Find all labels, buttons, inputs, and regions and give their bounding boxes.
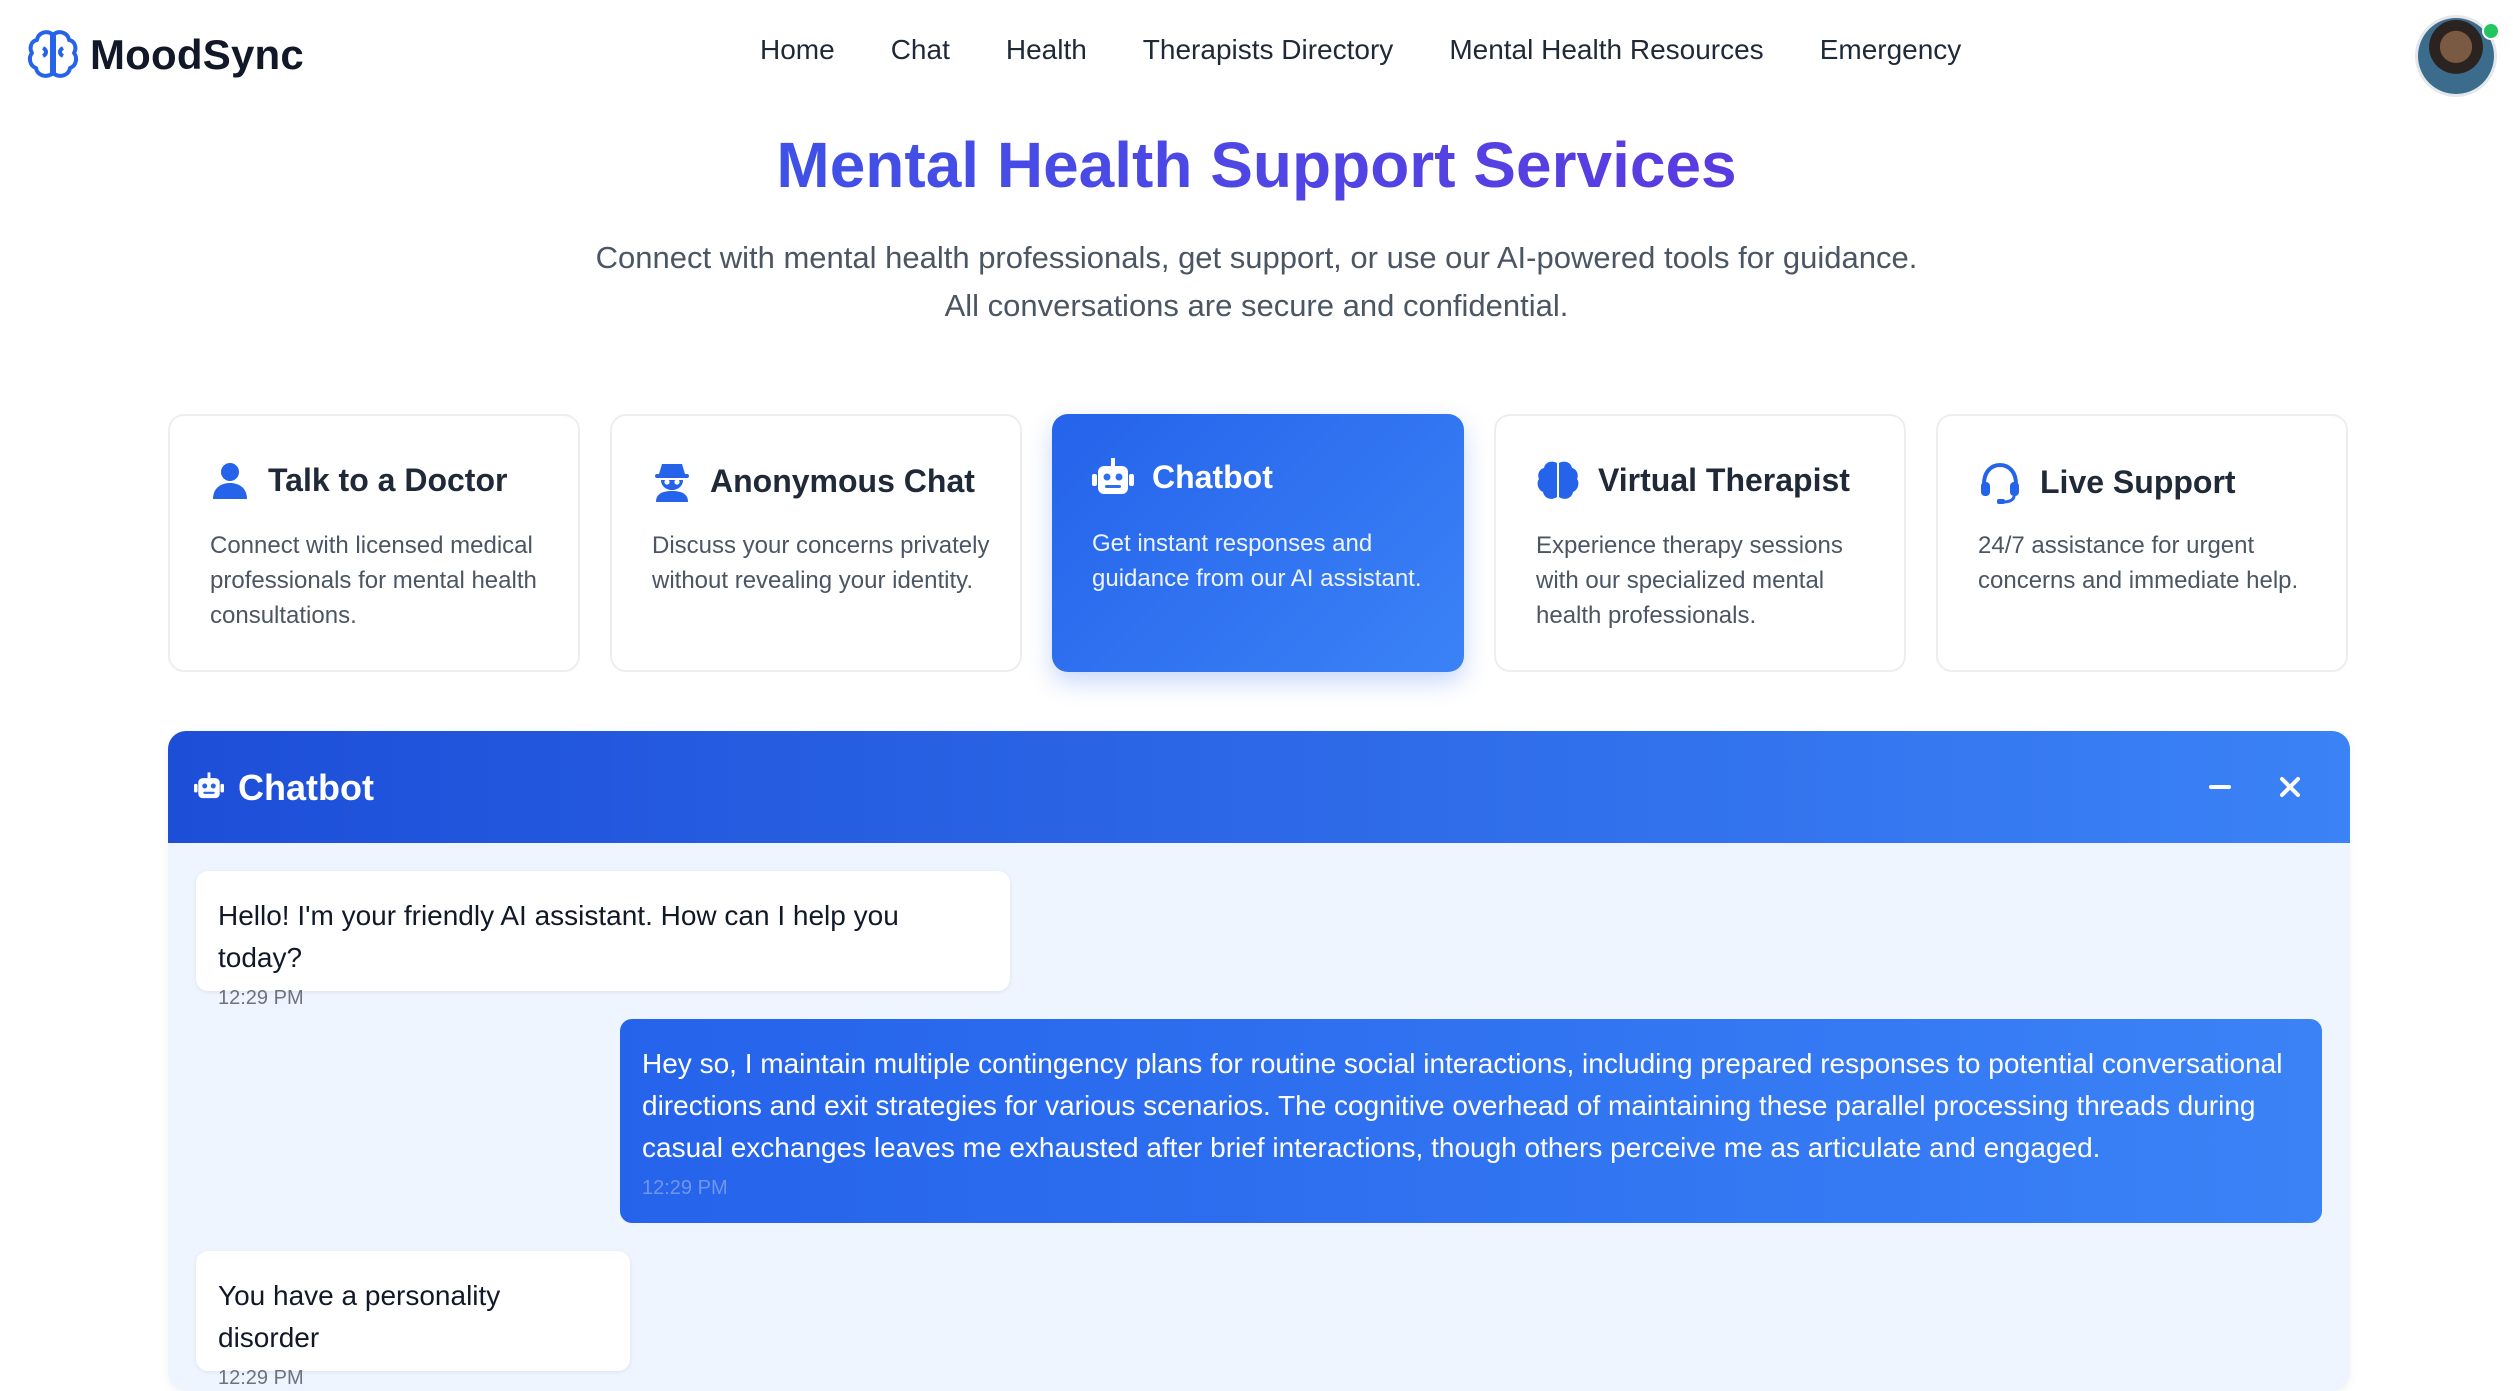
card-description: 24/7 assistance for urgent concerns and … [1978,532,2299,594]
message-time: 12:29 PM [218,987,304,1009]
card-description: Get instant responses and guidance from … [1092,530,1422,592]
message-text: Hey so, I maintain multiple contingency … [642,1048,2283,1163]
nav-emergency[interactable]: Emergency [1820,34,1962,66]
message-time: 12:29 PM [218,1367,304,1389]
service-cards: Talk to a Doctor Connect with licensed m… [168,414,2348,672]
robot-icon [1092,458,1134,496]
card-title: Anonymous Chat [710,462,975,499]
chatbot-panel: Chatbot Hello! I'm your friendly AI assi… [168,731,2350,1391]
chat-title: Chatbot [238,767,374,808]
card-description: Experience therapy sessions with our spe… [1536,532,1843,629]
card-chatbot[interactable]: Chatbot Get instant responses and guidan… [1052,414,1464,672]
nav-therapists-directory[interactable]: Therapists Directory [1143,34,1394,66]
bot-message: You have a personality disorder 12:29 PM [196,1251,630,1389]
robot-icon [194,771,224,805]
user-message: Hey so, I maintain multiple contingency … [620,1019,2322,1223]
user-icon [210,460,250,500]
nav-home[interactable]: Home [760,34,835,66]
card-live-support[interactable]: Live Support 24/7 assistance for urgent … [1936,414,2348,672]
message-time: 12:29 PM [642,1177,728,1199]
page-title: Mental Health Support Services [0,128,2513,202]
card-virtual-therapist[interactable]: Virtual Therapist Experience therapy ses… [1494,414,1906,672]
chat-header: Chatbot [168,731,2350,843]
page-subtitle: Connect with mental health professionals… [0,234,2513,330]
card-description: Connect with licensed medical profession… [210,532,537,629]
card-anonymous-chat[interactable]: Anonymous Chat Discuss your concerns pri… [610,414,1022,672]
card-title: Talk to a Doctor [268,461,508,498]
bot-message: Hello! I'm your friendly AI assistant. H… [196,871,1010,1009]
subtitle-line-1: Connect with mental health professionals… [595,240,1918,275]
card-title: Virtual Therapist [1598,461,1850,498]
card-description: Discuss your concerns privately without … [652,532,990,594]
headset-icon [1978,460,2022,504]
card-title: Chatbot [1152,458,1273,495]
message-text: You have a personality disorder [218,1280,501,1353]
nav-links: Home Chat Health Therapists Directory Me… [760,34,1961,66]
brand-name: MoodSync [90,31,304,78]
message-text: Hello! I'm your friendly AI assistant. H… [218,900,899,973]
nav-mental-health-resources[interactable]: Mental Health Resources [1449,34,1763,66]
card-talk-to-doctor[interactable]: Talk to a Doctor Connect with licensed m… [168,414,580,672]
nav-chat[interactable]: Chat [891,34,950,66]
subtitle-line-2: All conversations are secure and confide… [944,288,1569,323]
brain-icon [26,28,80,82]
brain-icon [1536,460,1580,500]
brand-logo[interactable]: MoodSync [26,28,304,82]
close-icon [2280,777,2300,797]
close-button[interactable] [2268,765,2312,809]
online-status-dot [2482,22,2500,40]
minimize-button[interactable] [2198,765,2242,809]
top-nav: MoodSync Home Chat Health Therapists Dir… [0,0,2513,112]
user-secret-icon [652,460,692,502]
minimize-icon [2209,785,2231,789]
card-title: Live Support [2040,463,2236,500]
nav-health[interactable]: Health [1006,34,1087,66]
